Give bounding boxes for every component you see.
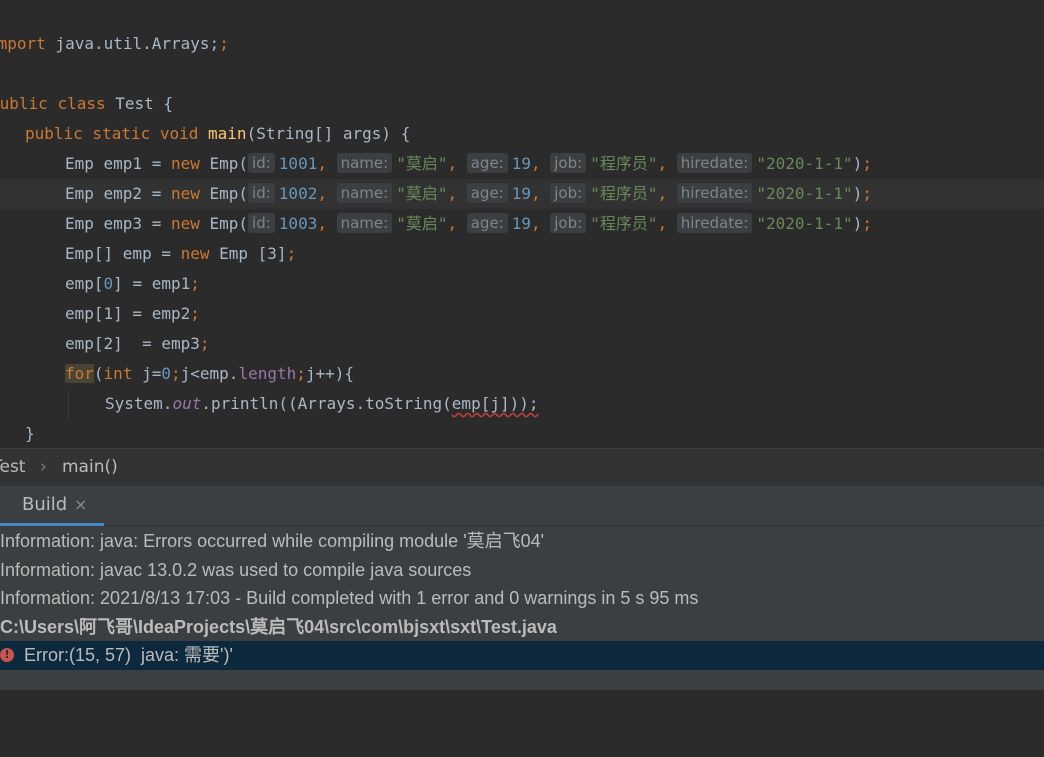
param-hint: hiredate: bbox=[676, 153, 753, 173]
build-message[interactable]: Information: javac 13.0.2 was used to co… bbox=[0, 556, 1044, 585]
code-line[interactable]: Emp emp1 = new Emp(id: 1001, name: "莫启", a… bbox=[0, 149, 1044, 179]
code-line[interactable]: emp[0] = emp1; bbox=[0, 269, 1044, 299]
code-editor[interactable]: import java.util.Arrays;; public class T… bbox=[0, 0, 1044, 448]
error-icon: ! bbox=[0, 648, 14, 662]
code-line[interactable]: emp[1] = emp2; bbox=[0, 299, 1044, 329]
param-hint: name: bbox=[336, 183, 393, 203]
breadcrumb-method[interactable]: main() bbox=[62, 457, 118, 477]
param-hint: id: bbox=[248, 213, 275, 233]
error-highlight: emp[j])); bbox=[451, 394, 539, 413]
build-panel: Build × Information: java: Errors occurr… bbox=[0, 486, 1044, 690]
param-hint: name: bbox=[336, 153, 393, 173]
param-hint: job: bbox=[550, 213, 587, 233]
param-hint: age: bbox=[466, 153, 508, 173]
param-hint: hiredate: bbox=[676, 183, 753, 203]
code-line[interactable]: Emp emp3 = new Emp(id: 1003, name: "莫启", a… bbox=[0, 209, 1044, 239]
param-hint: job: bbox=[550, 183, 587, 203]
param-hint: hiredate: bbox=[676, 213, 753, 233]
build-message[interactable]: Information: 2021/8/13 17:03 - Build com… bbox=[0, 584, 1044, 613]
param-hint: job: bbox=[550, 153, 587, 173]
param-hint: id: bbox=[248, 153, 275, 173]
code-line[interactable]: for(int j=0;j<emp.length;j++){ bbox=[0, 359, 1044, 389]
breadcrumb-class[interactable]: Test bbox=[0, 457, 25, 477]
build-error-row[interactable]: ! Error:(15, 57) java: 需要')' bbox=[0, 641, 1044, 670]
breadcrumb-separator: › bbox=[40, 457, 47, 477]
code-line[interactable]: public static void main(String[] args) { bbox=[25, 119, 1044, 149]
build-tab-bar: Build × bbox=[0, 486, 1044, 526]
code-line[interactable]: System.out.println((Arrays.toString(emp[… bbox=[0, 389, 1044, 419]
param-hint: id: bbox=[248, 183, 275, 203]
code-line[interactable]: public class Test { bbox=[0, 89, 1034, 119]
code-line[interactable]: import java.util.Arrays;; bbox=[0, 29, 1032, 59]
code-line[interactable]: emp[2] = emp3; bbox=[0, 329, 1044, 359]
build-message[interactable]: Information: java: Errors occurred while… bbox=[0, 527, 1044, 556]
code-line[interactable]: } bbox=[0, 419, 1044, 448]
build-file-path[interactable]: C:\Users\阿飞哥\IdeaProjects\莫启飞04\src\com\… bbox=[0, 613, 1044, 642]
tab-build[interactable]: Build × bbox=[0, 486, 104, 526]
param-hint: age: bbox=[466, 183, 508, 203]
param-hint: name: bbox=[336, 213, 393, 233]
breadcrumb: Test › main() bbox=[0, 448, 1044, 486]
param-hint: age: bbox=[466, 213, 508, 233]
code-line[interactable]: Emp[] emp = new Emp [3]; bbox=[0, 239, 1044, 269]
tab-build-label: Build bbox=[22, 494, 68, 515]
close-icon[interactable]: × bbox=[74, 495, 87, 514]
code-line-current[interactable]: Emp emp2 = new Emp(id: 1002, name: "莫启", a… bbox=[0, 179, 1044, 209]
build-error-text: Error:(15, 57) java: 需要')' bbox=[24, 645, 233, 665]
